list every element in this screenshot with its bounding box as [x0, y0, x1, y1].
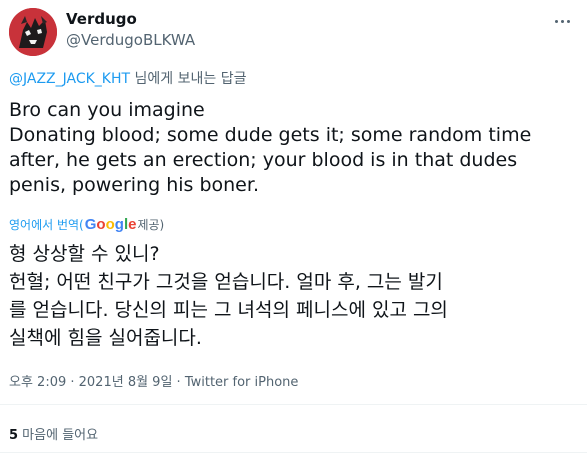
reply-suffix: 님에게 보내는 답글 [130, 71, 247, 87]
translate-suffix: 제공) [137, 218, 165, 232]
likes-count: 5 [9, 428, 19, 443]
dark-animal-avatar-icon [9, 8, 57, 56]
more-dots-icon[interactable] [551, 10, 573, 32]
translate-prefix: 영어에서 번역( [9, 218, 84, 232]
tweet-timestamp[interactable]: 오후 2:09 · 2021년 8월 9일 · [9, 375, 185, 390]
original-line: Donating blood; some dude gets it; some … [9, 124, 532, 146]
divider [0, 452, 587, 453]
translated-line: 실책에 힘을 실어줍니다. [9, 327, 202, 349]
user-display-name[interactable]: Verdugo [66, 10, 137, 28]
tweet-translated-text: 형 상상할 수 있니? 헌혈; 어떤 친구가 그것을 얻습니다. 얼마 후, 그… [9, 240, 579, 352]
tweet-source[interactable]: Twitter for iPhone [185, 375, 299, 390]
translation-attribution[interactable]: 영어에서 번역( Google 제공) [9, 216, 164, 233]
user-handle[interactable]: @VerdugoBLKWA [66, 31, 195, 49]
divider [0, 404, 587, 405]
reply-mention-link[interactable]: @JAZZ_JACK_KHT [9, 71, 130, 87]
translated-line: 형 상상할 수 있니? [9, 243, 160, 265]
likes-stat[interactable]: 5 마음에 들어요 [9, 424, 98, 443]
tweet-metadata: 오후 2:09 · 2021년 8월 9일 · Twitter for iPho… [9, 371, 298, 390]
tweet-original-text: Bro can you imagine Donating blood; some… [9, 98, 579, 198]
tweet-header: Verdugo @VerdugoBLKWA [9, 8, 579, 58]
translated-line: 를 얻습니다. 당신의 피는 그 녀석의 페니스에 있고 그의 [9, 299, 448, 321]
original-line: Bro can you imagine [9, 99, 205, 121]
reply-context: @JAZZ_JACK_KHT 님에게 보내는 답글 [9, 68, 246, 88]
translated-line: 헌혈; 어떤 친구가 그것을 얻습니다. 얼마 후, 그는 발기 [9, 271, 443, 293]
likes-label: 마음에 들어요 [18, 428, 99, 443]
avatar[interactable] [9, 8, 57, 56]
google-logo: Google [84, 216, 137, 233]
original-line: penis, powering his boner. [9, 174, 259, 196]
original-line: after, he gets an erection; your blood i… [9, 149, 518, 171]
